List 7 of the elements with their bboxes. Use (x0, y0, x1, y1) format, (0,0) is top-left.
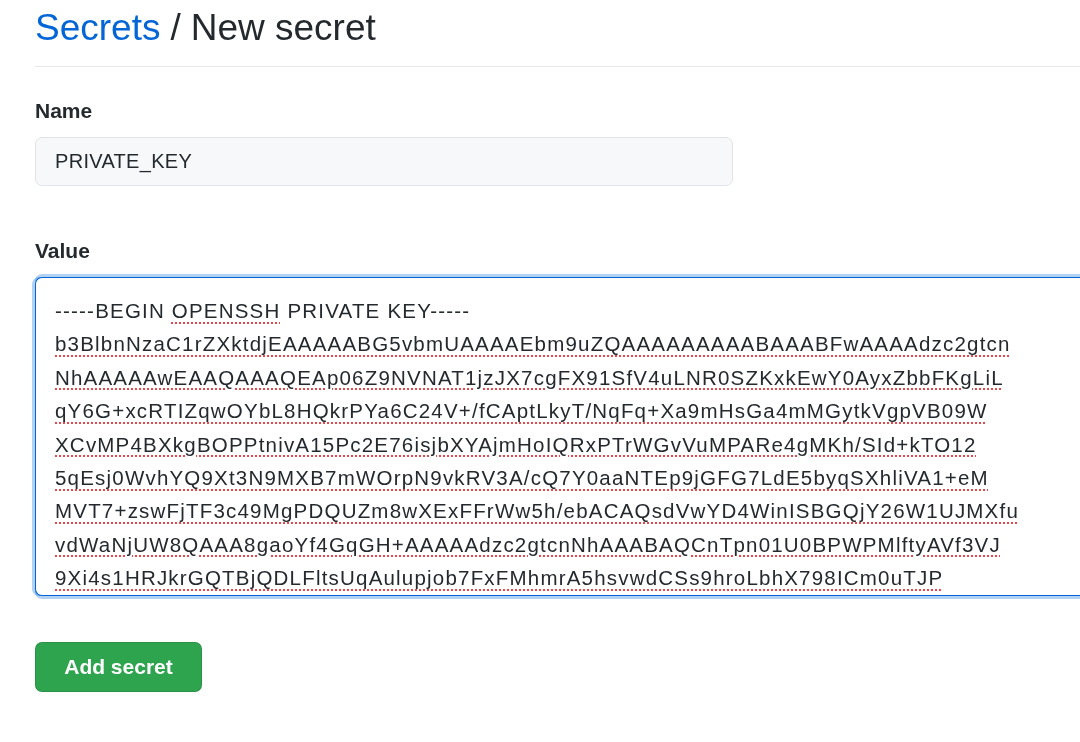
breadcrumb-separator: / (170, 7, 181, 49)
value-textarea[interactable]: -----BEGIN OPENSSH PRIVATE KEY----- b3BlbnNzaC1rZXktdjEAAAAABG5vbmUAAAAEbm9uZQAAAAAAAAABAAABFwAAAAdzc2gtcn NhAAAAAwEAAQAAAQEAp06Z9NVNAT1jzJX7cgFX91SfV4uLNR0SZKxkEwY0AyxZbbFKgLiL qY6G+xcRTIZqwOYbL8HQkrPYa6C24V+/fCAptLkyT/NqFq+Xa9mHsGa4mMGytkVgpVB09W XCvMP4BXkgBOPPtnivA15Pc2E76isjbXYAjmHoIQRxPTrWGvVuMPARe4gMKh/SId+kTO12 5qEsj0WvhYQ9Xt3N9MXB7mWOrpN9vkRV3A/cQ7Y0aaNTEp9jGFG7LdE5byqSXhliVA1+eM MVT7+zswFjTF3c49MgPDQUZm8wXExFFrWw5h/ebACAQsdVwYD4WinISBGQjY26W1UJMXfu vdWaNjUW8QAAA8gaoYf4GqGH+AAAAAdzc2gtcnNhAAABAQCnTpn01U0BPWPMlftyAVf3VJ 9Xi4s1HRJkrGQTBjQDLFltsUqAulupjob7FxFMhmrA5hsvwdCSs9hroLbhX798ICm0uTJP (35, 277, 1080, 596)
page-title: New secret (190, 7, 376, 49)
breadcrumb-link[interactable]: Secrets (35, 7, 161, 49)
field-label: Value (35, 238, 90, 264)
field-label: Name (35, 98, 93, 124)
name-input[interactable]: PRIVATE_KEY (35, 137, 733, 186)
